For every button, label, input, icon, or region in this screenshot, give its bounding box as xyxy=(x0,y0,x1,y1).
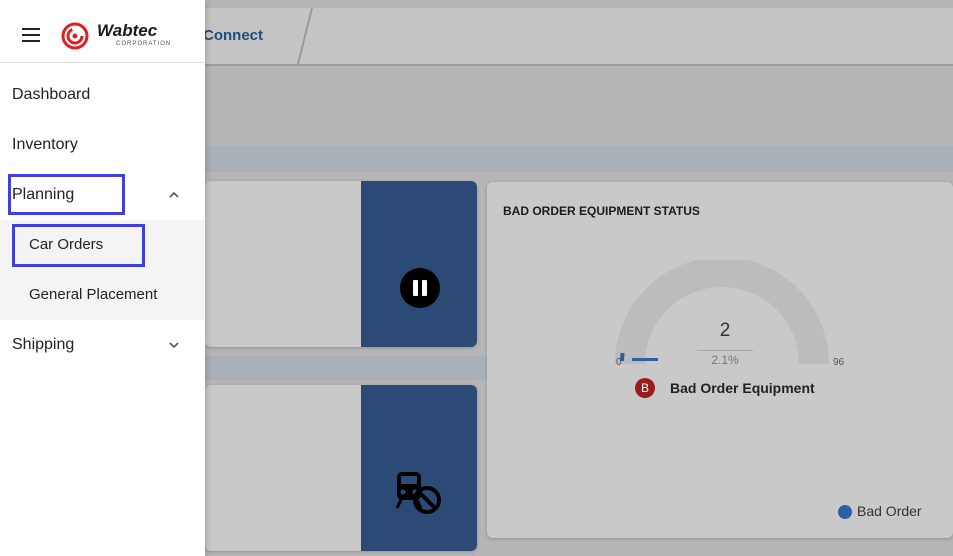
wabtec-logo-icon xyxy=(61,22,89,50)
section-band xyxy=(205,146,953,172)
status-card-title: BAD ORDER EQUIPMENT STATUS xyxy=(503,204,700,218)
logo-name: Wabtec xyxy=(97,21,158,40)
section-band-2 xyxy=(205,356,488,380)
gauge-value: 2 xyxy=(719,320,731,341)
app-title: Connect xyxy=(203,27,263,44)
nav-label: Shipping xyxy=(12,336,75,353)
nav-item-dashboard[interactable]: Dashboard xyxy=(0,70,205,120)
bad-order-label: Bad Order Equipment xyxy=(670,380,815,396)
pause-icon xyxy=(400,268,440,308)
gauge-fill xyxy=(632,358,658,361)
no-train-icon xyxy=(395,472,441,514)
gauge-percent: 2.1% xyxy=(697,350,753,367)
card-1-icon-panel xyxy=(361,181,477,347)
nav-item-general-placement[interactable]: General Placement xyxy=(29,270,157,320)
nav-label: Inventory xyxy=(12,136,78,153)
nav-item-inventory[interactable]: Inventory xyxy=(0,120,205,170)
chevron-down-icon[interactable] xyxy=(168,339,180,351)
gauge-max: 96 xyxy=(833,357,845,368)
car-orders-highlight xyxy=(12,224,145,267)
nav-label: Dashboard xyxy=(12,86,91,103)
nav-item-shipping[interactable]: Shipping xyxy=(0,320,205,370)
card-2-icon-panel xyxy=(361,385,477,551)
hamburger-menu-icon[interactable] xyxy=(22,28,40,42)
gauge-min: 0 xyxy=(616,357,622,368)
logo-subtitle: CORPORATION xyxy=(116,41,172,47)
planning-highlight xyxy=(8,174,125,215)
legend-label[interactable]: Bad Order xyxy=(857,503,922,519)
bad-order-badge: B xyxy=(635,378,655,398)
legend-dot xyxy=(838,505,852,519)
chevron-up-icon[interactable] xyxy=(168,189,180,201)
